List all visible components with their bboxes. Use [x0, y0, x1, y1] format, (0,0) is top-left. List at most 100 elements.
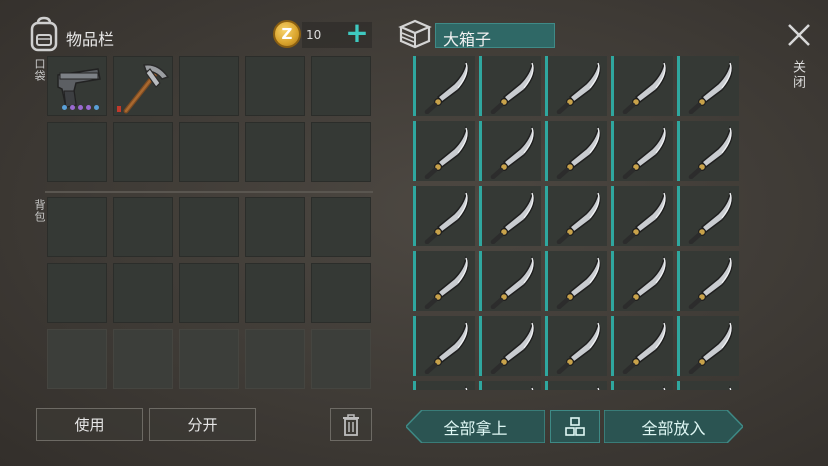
sort-button[interactable]: [550, 410, 600, 443]
split-button[interactable]: 分开: [149, 408, 256, 441]
pocket-slot[interactable]: [245, 56, 305, 116]
coin-icon: Z: [273, 20, 301, 48]
machete-icon: [490, 255, 535, 309]
take-all-button[interactable]: 全部拿上: [406, 410, 545, 443]
sort-grid-icon: [565, 416, 585, 436]
section-divider: [45, 191, 373, 193]
backpack-slot[interactable]: [179, 263, 239, 323]
chest-slot[interactable]: [677, 381, 739, 390]
chest-slot[interactable]: [611, 56, 673, 116]
backpack-slot[interactable]: [245, 197, 305, 257]
machete-icon: [490, 125, 535, 179]
chest-grid: [413, 56, 743, 390]
use-button[interactable]: 使用: [36, 408, 143, 441]
machete-icon: [622, 125, 667, 179]
chest-slot[interactable]: [545, 121, 607, 181]
box-icon: [398, 19, 432, 49]
pocket-slot[interactable]: [311, 56, 371, 116]
quality-dot: [62, 105, 67, 110]
backpack-slot[interactable]: [47, 197, 107, 257]
machete-icon: [490, 60, 535, 114]
chest-slot[interactable]: [611, 251, 673, 311]
locked-slot: [113, 329, 173, 389]
chest-slot[interactable]: [677, 186, 739, 246]
machete-icon: [556, 190, 601, 244]
chest-slot[interactable]: [611, 186, 673, 246]
pocket-slot[interactable]: [47, 122, 107, 182]
machete-icon: [688, 60, 733, 114]
trash-button[interactable]: [330, 408, 372, 441]
chest-slot[interactable]: [545, 381, 607, 390]
inventory-title: 物品栏: [66, 30, 115, 49]
chest-slot[interactable]: [545, 186, 607, 246]
chest-slot[interactable]: [677, 316, 739, 376]
chest-slot[interactable]: [611, 381, 673, 390]
pocket-slot[interactable]: [113, 56, 173, 116]
chest-slot[interactable]: [677, 56, 739, 116]
backpack-slot[interactable]: [311, 197, 371, 257]
machete-icon: [622, 320, 667, 374]
backpack-slot[interactable]: [47, 263, 107, 323]
chest-slot[interactable]: [611, 121, 673, 181]
chest-slot[interactable]: [479, 121, 541, 181]
chest-slot[interactable]: [611, 316, 673, 376]
backpack-slot[interactable]: [245, 263, 305, 323]
chest-slot[interactable]: [545, 251, 607, 311]
chest-title: 大箱子: [443, 30, 492, 49]
chest-slot[interactable]: [413, 56, 475, 116]
chest-slot[interactable]: [413, 316, 475, 376]
locked-slot: [245, 329, 305, 389]
machete-icon: [688, 125, 733, 179]
machete-icon: [662, 385, 666, 390]
pocket-slot[interactable]: [245, 122, 305, 182]
chest-slot[interactable]: [677, 251, 739, 311]
machete-icon: [424, 190, 469, 244]
backpack-slot[interactable]: [179, 197, 239, 257]
add-coins-button[interactable]: +: [344, 19, 370, 48]
machete-icon: [556, 125, 601, 179]
backpack-label: 背包: [33, 199, 46, 223]
chest-slot[interactable]: [545, 316, 607, 376]
locked-slot: [179, 329, 239, 389]
machete-icon: [622, 190, 667, 244]
close-label[interactable]: 关闭: [788, 60, 807, 90]
machete-icon: [530, 385, 534, 390]
chest-slot[interactable]: [677, 121, 739, 181]
pocket-slot[interactable]: [311, 122, 371, 182]
chest-slot[interactable]: [479, 381, 541, 390]
machete-icon: [424, 125, 469, 179]
pocket-label: 口袋: [33, 58, 46, 82]
backpack-slot[interactable]: [113, 263, 173, 323]
locked-slot: [47, 329, 107, 389]
chest-slot[interactable]: [545, 56, 607, 116]
machete-icon: [490, 320, 535, 374]
chest-slot[interactable]: [413, 121, 475, 181]
machete-icon: [622, 60, 667, 114]
chest-slot[interactable]: [413, 251, 475, 311]
machete-icon: [424, 255, 469, 309]
chest-slot[interactable]: [413, 186, 475, 246]
chest-slot[interactable]: [479, 251, 541, 311]
backpack-slot[interactable]: [311, 263, 371, 323]
close-icon[interactable]: [786, 20, 812, 50]
machete-icon: [556, 255, 601, 309]
chest-slot[interactable]: [479, 186, 541, 246]
take-all-label: 全部拿上: [443, 418, 508, 438]
put-all-button[interactable]: 全部放入: [604, 410, 743, 443]
chest-slot[interactable]: [479, 316, 541, 376]
backpack-slot[interactable]: [113, 197, 173, 257]
machete-icon: [688, 255, 733, 309]
chest-slot[interactable]: [413, 381, 475, 390]
pocket-slot[interactable]: [179, 56, 239, 116]
locked-slot: [311, 329, 371, 389]
machete-icon: [424, 320, 469, 374]
machete-icon: [688, 320, 733, 374]
pocket-slot[interactable]: [47, 56, 107, 116]
pocket-slot[interactable]: [113, 122, 173, 182]
quality-dot: [70, 105, 75, 110]
quality-dot: [94, 105, 99, 110]
pocket-slot[interactable]: [179, 122, 239, 182]
pickaxe-icon: [123, 64, 170, 114]
pistol-icon: [57, 68, 101, 108]
chest-slot[interactable]: [479, 56, 541, 116]
